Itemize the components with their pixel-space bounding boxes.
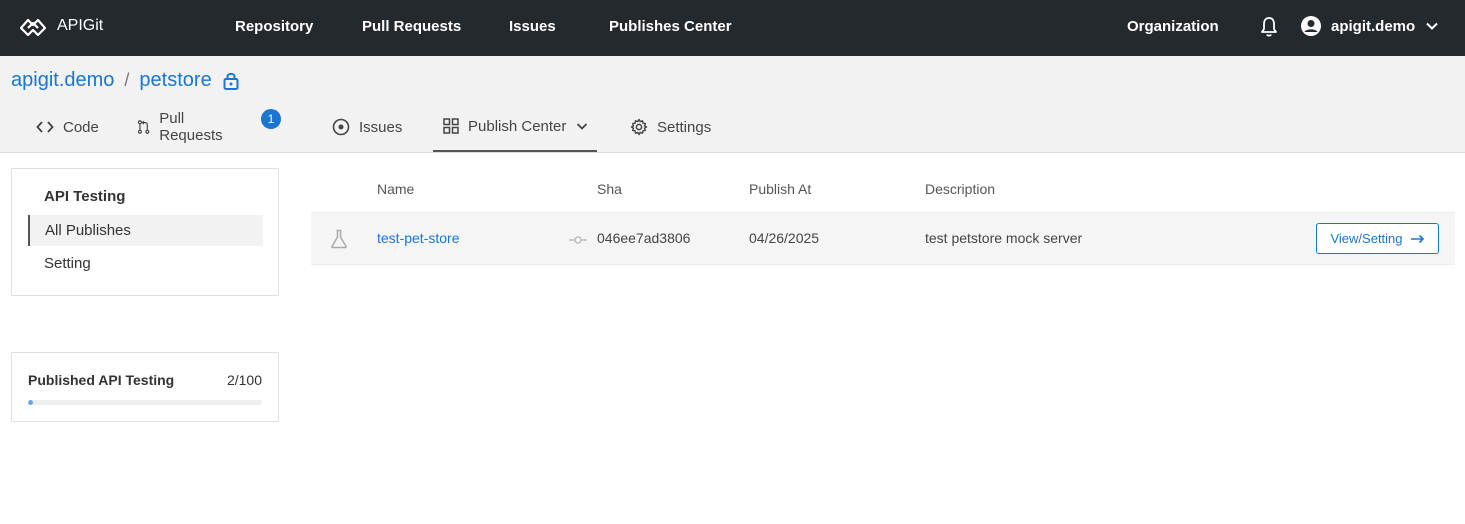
commit-icon	[569, 233, 587, 251]
tab-issues[interactable]: Issues	[332, 102, 402, 152]
nav-pull-requests[interactable]: Pull Requests	[362, 18, 461, 35]
user-menu[interactable]: apigit.demo	[1300, 15, 1440, 37]
tab-settings[interactable]: Settings	[630, 102, 711, 152]
quota-count: 2/100	[226, 372, 262, 388]
sidebar-item-setting[interactable]: Setting	[28, 248, 263, 279]
app-name: APIGit	[57, 17, 104, 34]
tab-code-label: Code	[63, 118, 99, 136]
column-header-description: Description	[925, 181, 996, 197]
apigit-logo-icon	[19, 18, 47, 37]
view-setting-label: View/Setting	[1330, 231, 1403, 246]
logo[interactable]: APIGit	[18, 14, 103, 38]
quota-label: Published API Testing	[28, 372, 175, 388]
tab-issues-label: Issues	[359, 118, 403, 136]
nav-repository[interactable]: Repository	[235, 18, 313, 35]
breadcrumb: apigit.demo / petstore	[11, 69, 240, 92]
breadcrumb-repo[interactable]: petstore	[139, 69, 211, 92]
notifications-bell-icon[interactable]	[1259, 16, 1279, 43]
quota-card: Published API Testing 2/100	[11, 352, 279, 422]
tab-settings-label: Settings	[657, 118, 712, 136]
publish-name-link[interactable]: test-pet-store	[377, 230, 459, 246]
issue-icon	[332, 118, 350, 136]
flask-icon	[330, 229, 348, 254]
column-header-sha: Sha	[597, 181, 622, 197]
tab-pull-requests-label: Pull Requests	[159, 110, 223, 144]
lock-icon	[223, 72, 239, 90]
quota-progress-bar	[28, 400, 262, 405]
nav-publishes-center[interactable]: Publishes Center	[609, 18, 732, 35]
grid-icon	[443, 118, 459, 134]
pull-requests-count-badge: 1	[261, 109, 281, 129]
view-setting-button[interactable]: View/Setting	[1316, 223, 1439, 254]
arrow-right-icon	[1410, 234, 1424, 243]
account-circle-icon	[1301, 16, 1321, 36]
breadcrumb-separator: /	[124, 70, 130, 90]
nav-organization[interactable]: Organization	[1127, 18, 1219, 35]
tab-pull-requests[interactable]: Pull Requests	[137, 102, 227, 152]
sidebar-item-all-publishes[interactable]: All Publishes	[28, 215, 263, 246]
sidebar-card: API Testing All Publishes Setting	[11, 168, 279, 296]
user-name: apigit.demo	[1331, 17, 1416, 35]
publish-sha: 046ee7ad3806	[597, 230, 691, 246]
publish-date: 04/26/2025	[749, 230, 820, 246]
top-navbar: APIGit Repository Pull Requests Issues P…	[0, 0, 1465, 56]
table-row: test-pet-store 046ee7ad3806 04/26/2025 t…	[311, 212, 1455, 265]
chevron-down-icon	[577, 123, 588, 130]
tab-code[interactable]: Code	[36, 102, 99, 152]
gear-icon	[630, 118, 648, 136]
sidebar-title: API Testing	[44, 188, 126, 205]
tab-publish-center[interactable]: Publish Center	[433, 102, 597, 152]
tab-publish-center-label: Publish Center	[468, 117, 567, 135]
chevron-down-icon	[1426, 22, 1438, 30]
nav-issues[interactable]: Issues	[509, 18, 556, 35]
column-header-name: Name	[377, 181, 415, 197]
pull-request-icon	[137, 120, 150, 134]
quota-progress-fill	[28, 400, 33, 405]
code-icon	[36, 121, 54, 133]
breadcrumb-owner[interactable]: apigit.demo	[11, 69, 114, 92]
column-header-publish-at: Publish At	[749, 181, 812, 197]
publish-description: test petstore mock server	[925, 230, 1083, 246]
repo-header: apigit.demo / petstore Code Pull Request…	[0, 56, 1465, 153]
